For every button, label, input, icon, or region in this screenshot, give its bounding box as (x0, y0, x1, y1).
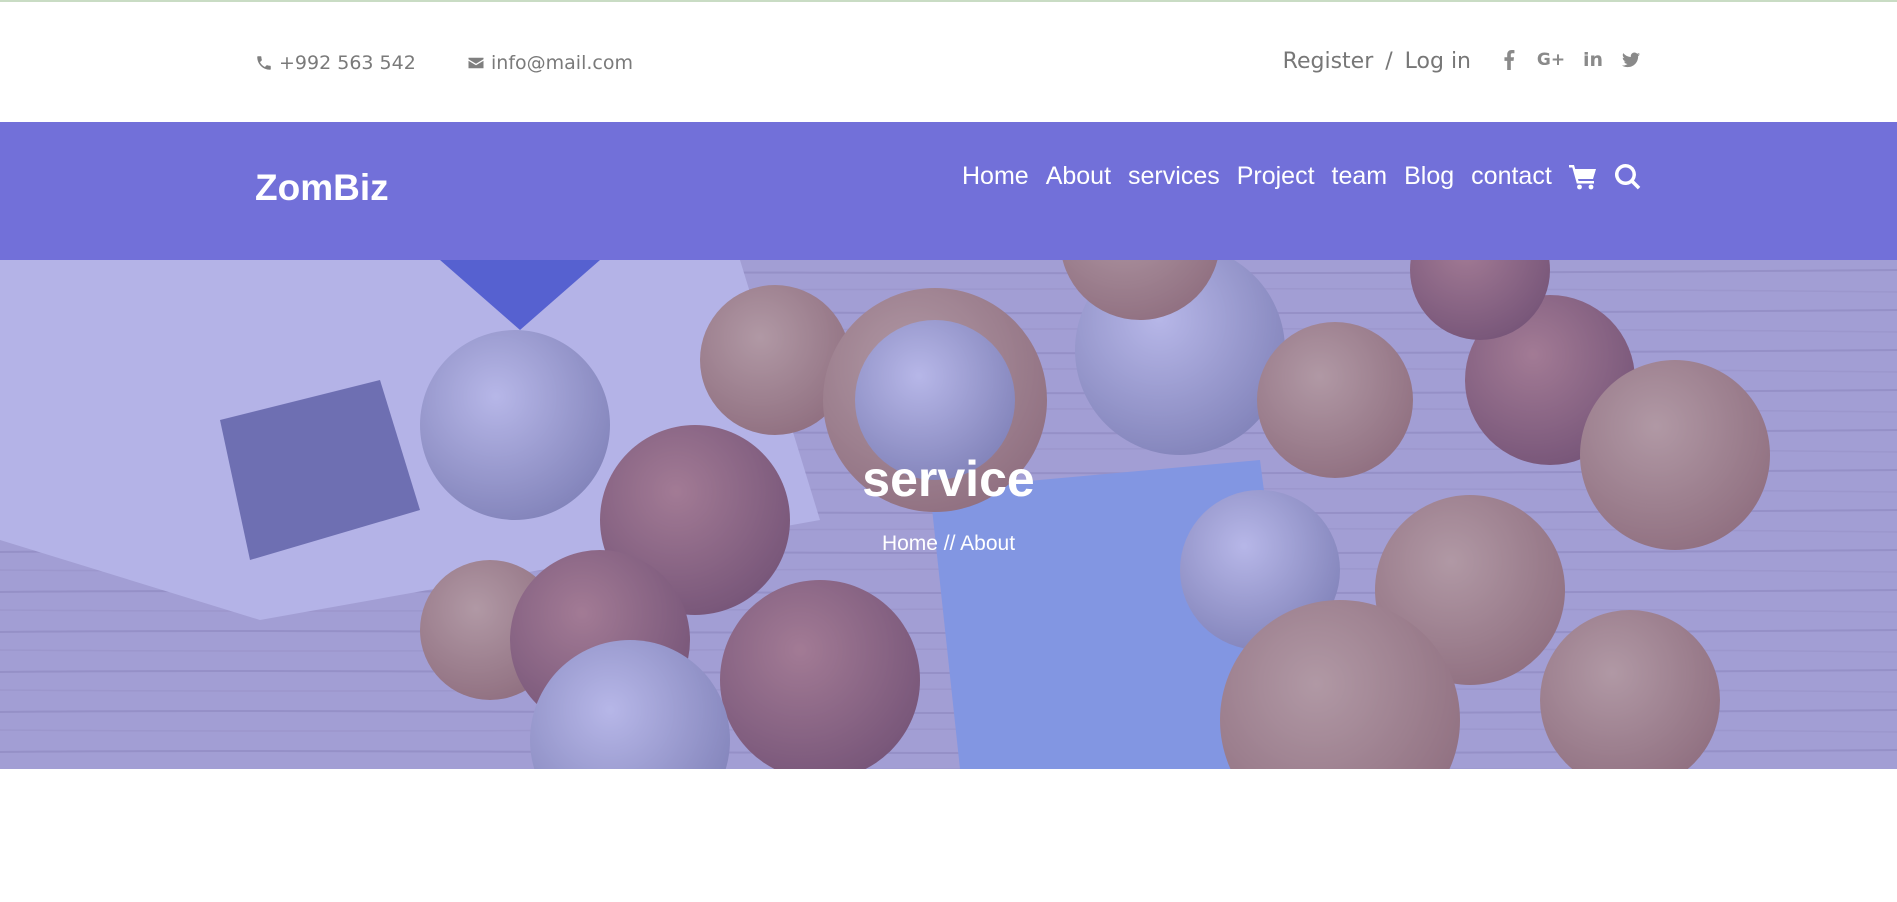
nav-item-services[interactable]: services (1128, 162, 1220, 191)
breadcrumb: Home // About (881, 532, 1016, 555)
hero-banner: service Home // About (0, 260, 1897, 769)
nav-item-contact[interactable]: contact (1471, 162, 1552, 191)
nav-item-blog[interactable]: Blog (1404, 162, 1454, 191)
facebook-icon[interactable] (1500, 50, 1518, 70)
phone-icon (257, 56, 271, 70)
main-nav: Home About services Project team Blog co… (962, 162, 1642, 191)
phone-number: +992 563 542 (279, 52, 416, 74)
register-link[interactable]: Register (1283, 49, 1374, 74)
main-navbar: ZomBiz Home About services Project team … (0, 122, 1897, 260)
hero-title: service (862, 451, 1035, 507)
auth-links: Register / Log in (1283, 49, 1471, 74)
top-bar: +992 563 542 info@mail.com Register / Lo… (0, 2, 1897, 122)
linkedin-icon[interactable]: in (1583, 49, 1603, 71)
login-link[interactable]: Log in (1405, 49, 1471, 74)
nav-item-about[interactable]: About (1046, 162, 1111, 191)
nav-item-project[interactable]: Project (1237, 162, 1315, 191)
auth-separator: / (1385, 49, 1393, 74)
email-address: info@mail.com (491, 52, 633, 74)
search-icon[interactable] (1614, 163, 1642, 191)
social-links: G+ in (1500, 49, 1640, 71)
google-plus-icon[interactable]: G+ (1537, 50, 1565, 70)
hero-overlay (0, 260, 1897, 769)
phone-contact[interactable]: +992 563 542 (255, 52, 416, 74)
brand-logo[interactable]: ZomBiz (255, 167, 389, 209)
cart-icon[interactable] (1568, 163, 1597, 191)
envelope-icon (468, 57, 484, 69)
twitter-icon[interactable] (1622, 50, 1640, 70)
nav-item-team[interactable]: team (1332, 162, 1388, 191)
nav-item-home[interactable]: Home (962, 162, 1029, 191)
email-contact[interactable]: info@mail.com (467, 52, 633, 74)
